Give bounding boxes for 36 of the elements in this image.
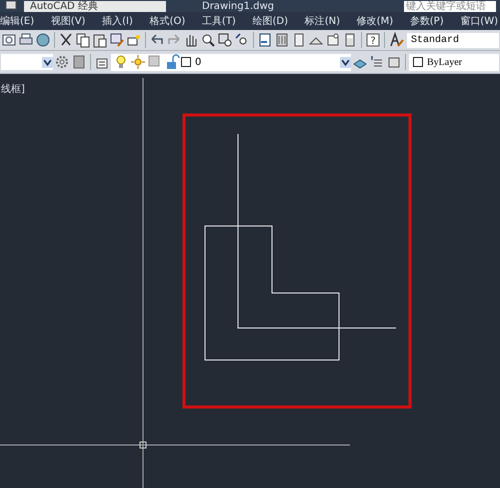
gear-icon[interactable] [54, 54, 70, 70]
workspace-combo[interactable] [1, 54, 53, 70]
color-swatch [413, 57, 423, 67]
viewport-label[interactable]: 线框] [1, 82, 25, 96]
workspace-dropdown[interactable]: AutoCAD 经典 [24, 0, 166, 12]
color-dropdown[interactable]: ByLayer [409, 54, 499, 70]
cursor-pickbox [140, 442, 146, 448]
color-swatch [181, 57, 191, 67]
copy-icon[interactable] [75, 32, 91, 48]
padlock-icon [164, 54, 180, 70]
sun-icon [130, 54, 146, 70]
menu-item[interactable]: 绘图(D) [252, 14, 288, 28]
layer-dropdown[interactable]: 0 [111, 54, 351, 70]
color-name: ByLayer [427, 56, 462, 68]
layer-name: 0 [195, 56, 202, 68]
text-style-icon[interactable] [388, 32, 404, 48]
properties-icon[interactable] [257, 32, 273, 48]
menu-item[interactable]: 参数(P) [410, 14, 444, 28]
menu-item[interactable]: 格式(O) [150, 14, 186, 28]
globe-icon[interactable] [35, 32, 51, 48]
window-title: Drawing1.dwg [202, 0, 275, 12]
text-style-dropdown[interactable]: Standard [407, 32, 499, 48]
scissors-icon[interactable] [58, 32, 74, 48]
menu-item[interactable]: 视图(V) [50, 14, 86, 28]
menu-item[interactable]: 标注(N) [304, 14, 340, 28]
zoom-icon[interactable] [200, 32, 216, 48]
caret-icon [42, 56, 53, 68]
paste-icon[interactable] [92, 32, 108, 48]
menu-item[interactable]: 修改(M) [356, 14, 394, 28]
menu-item[interactable]: 工具(T) [202, 14, 236, 28]
menu-item[interactable]: 编辑(E) [0, 14, 34, 28]
caret-icon [340, 56, 351, 68]
menu-item[interactable]: 窗口(W) [460, 14, 498, 28]
menu-item[interactable]: 插入(I) [102, 14, 133, 28]
help-icon[interactable]: ? [365, 32, 381, 48]
zoom-window-icon[interactable] [217, 32, 233, 48]
